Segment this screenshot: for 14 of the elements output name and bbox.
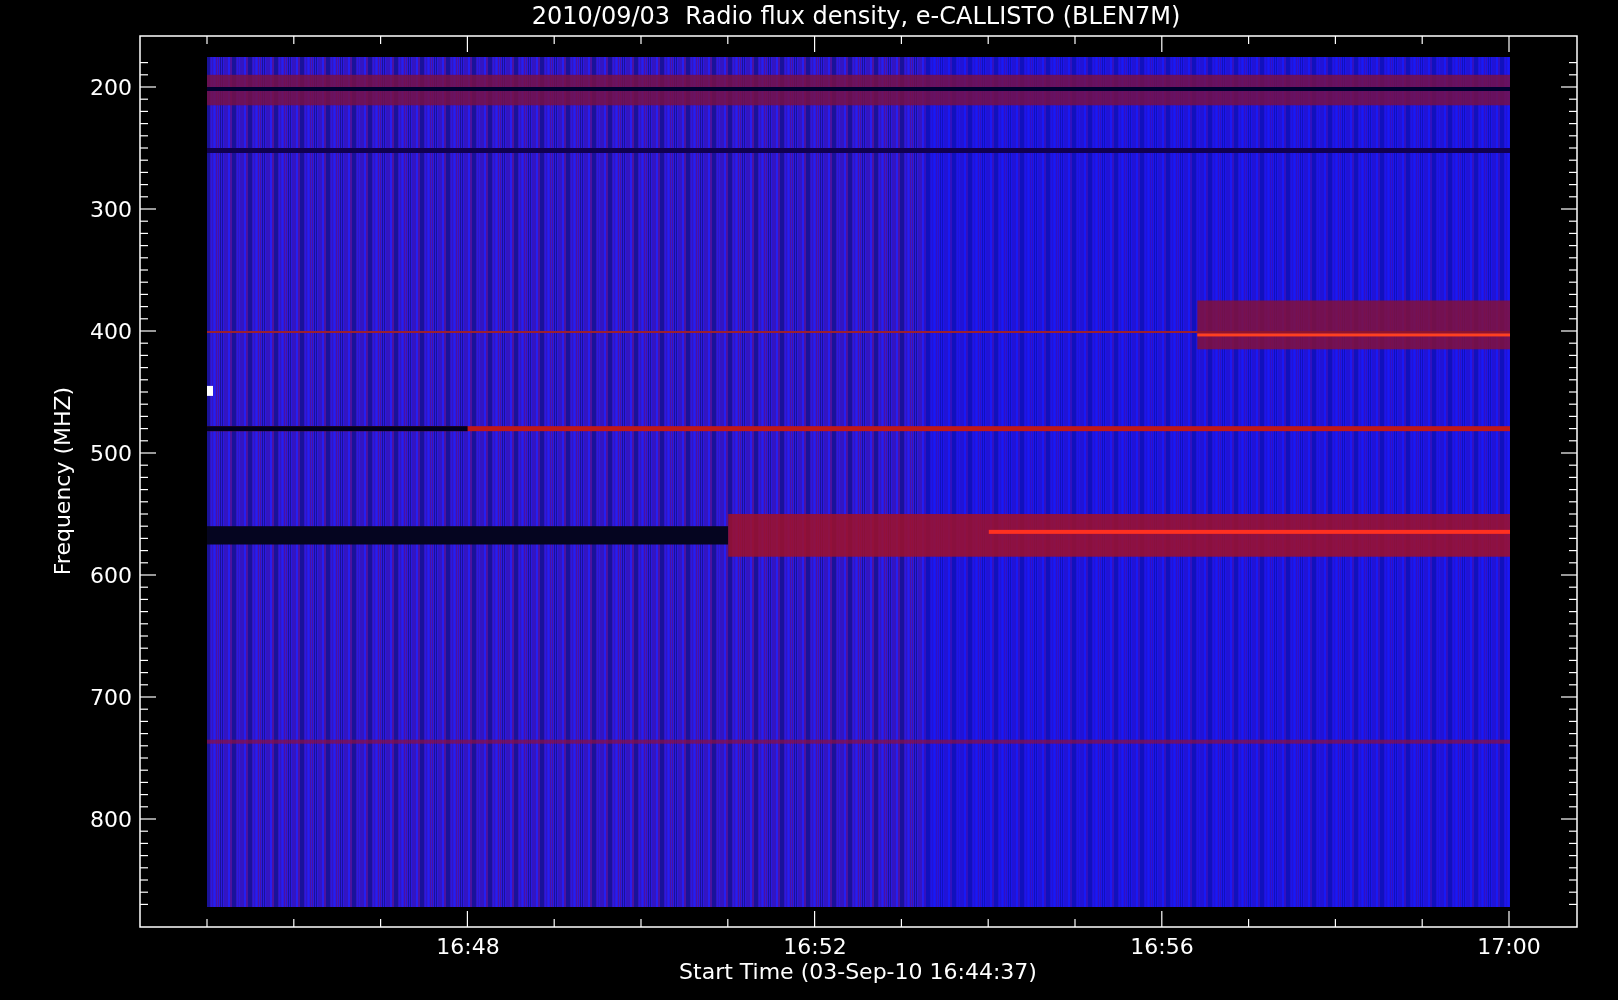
y-tick-label: 700 xyxy=(90,685,132,710)
y-tick-label: 400 xyxy=(90,319,132,344)
x-tick-label: 16:56 xyxy=(1130,934,1194,959)
y-tick-label: 300 xyxy=(90,197,132,222)
y-tick-label: 500 xyxy=(90,441,132,466)
x-tick-label: 16:52 xyxy=(783,934,847,959)
y-tick-label: 800 xyxy=(90,807,132,832)
y-tick-label: 600 xyxy=(90,563,132,588)
chart-title: 2010/09/03 Radio flux density, e-CALLISTO (BLEN7M) xyxy=(531,2,1181,30)
x-axis-label: Start Time (03-Sep-10 16:44:37) xyxy=(679,959,1037,984)
x-tick-label: 17:00 xyxy=(1477,934,1541,959)
y-tick-label: 200 xyxy=(90,75,132,100)
y-axis-label: Frequency (MHZ) xyxy=(50,386,75,576)
x-tick-label: 16:48 xyxy=(436,934,500,959)
